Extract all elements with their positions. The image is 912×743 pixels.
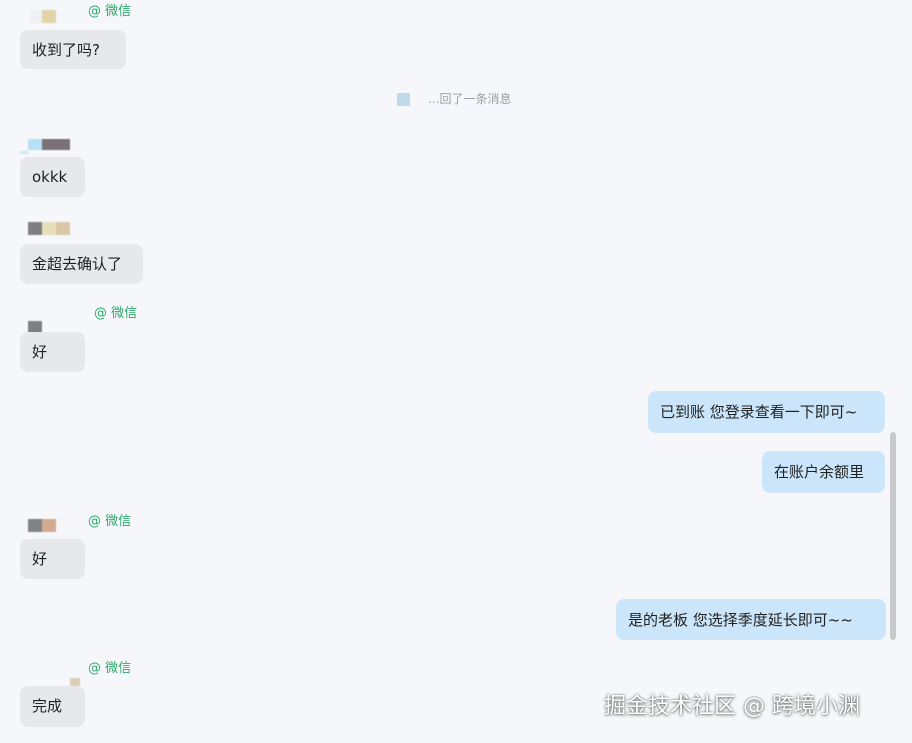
system-notice-text: ...回了一条消息 (428, 92, 512, 106)
outgoing-message-bubble[interactable]: 在账户余额里 (762, 451, 885, 493)
wechat-source-tag: @ 微信 (94, 306, 138, 321)
wechat-source-tag: @ 微信 (88, 661, 132, 676)
outgoing-message-bubble[interactable]: 已到账 您登录查看一下即可~ (648, 391, 885, 433)
sender-avatar-blurred (70, 671, 82, 686)
sender-avatar-blurred (30, 8, 56, 23)
wechat-source-tag: @ 微信 (88, 4, 132, 19)
incoming-message-bubble[interactable]: 好 (20, 539, 85, 579)
incoming-message-bubble[interactable]: 完成 (20, 686, 85, 727)
outgoing-message-bubble[interactable]: 是的老板 您选择季度延长即可~~ (616, 599, 886, 640)
sender-avatar-blurred (28, 220, 72, 235)
watermark-text: 掘金技术社区 @ 跨境小渊 (604, 694, 860, 719)
incoming-message-bubble[interactable]: 收到了吗? (20, 30, 126, 69)
sender-avatar-blurred (20, 135, 72, 154)
chat-scrollbar-thumb[interactable] (890, 432, 896, 640)
incoming-message-bubble[interactable]: 好 (20, 332, 85, 372)
incoming-message-bubble[interactable]: 金超去确认了 (20, 244, 143, 284)
sender-avatar-blurred (28, 517, 58, 532)
wechat-source-tag: @ 微信 (88, 514, 132, 529)
sender-avatar-blurred (28, 319, 43, 334)
recall-avatar-blurred (397, 93, 410, 106)
incoming-message-bubble[interactable]: okkk (20, 157, 85, 197)
